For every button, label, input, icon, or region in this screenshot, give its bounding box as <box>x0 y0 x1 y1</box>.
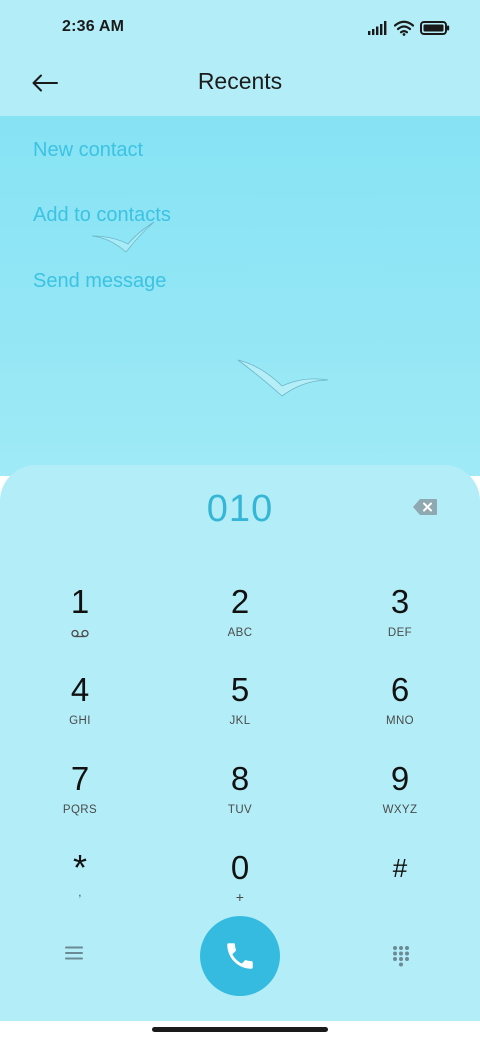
key-letters: GHI <box>69 715 91 727</box>
key-6[interactable]: 6 MNO <box>340 671 460 755</box>
key-7[interactable]: 7 PQRS <box>20 760 140 844</box>
bird-decoration-icon <box>237 359 329 397</box>
keypad-panel: 010 1 2 ABC 3 DEF 4 GHI 5 JKL 6 MNO 7 PQ… <box>0 465 480 1021</box>
dialpad-icon <box>393 946 409 967</box>
actions-area: New contact Add to contacts Send message <box>0 116 480 476</box>
key-digit: 1 <box>70 583 90 620</box>
menu-icon <box>65 946 83 960</box>
key-hash[interactable]: # <box>340 849 460 933</box>
navigation-bar <box>0 1021 480 1040</box>
backspace-button[interactable] <box>412 498 442 520</box>
key-digit: * <box>72 847 87 888</box>
key-digit: # <box>392 853 408 883</box>
status-time: 2:36 AM <box>62 18 125 35</box>
key-letters: JKL <box>229 715 251 727</box>
key-1[interactable]: 1 <box>20 583 140 667</box>
voicemail-icon <box>71 629 89 638</box>
key-star[interactable]: * , <box>20 849 140 933</box>
new-contact-link[interactable]: New contact <box>33 139 143 162</box>
key-2[interactable]: 2 ABC <box>180 583 300 667</box>
key-letters: , <box>78 887 82 899</box>
backspace-icon <box>413 499 437 515</box>
key-letters: MNO <box>385 715 415 727</box>
key-digit: 0 <box>230 849 250 886</box>
key-digit: 4 <box>70 671 90 708</box>
key-digit: 7 <box>70 760 90 797</box>
bird-decoration-icon <box>91 221 155 253</box>
battery-icon <box>420 21 450 35</box>
key-letters: + <box>235 889 245 905</box>
key-8[interactable]: 8 TUV <box>180 760 300 844</box>
key-letters: WXYZ <box>382 804 418 816</box>
header: Recents <box>0 56 480 116</box>
key-letters: TUV <box>227 804 253 816</box>
send-message-link[interactable]: Send message <box>33 270 166 293</box>
status-icons <box>368 18 450 38</box>
key-digit: 8 <box>230 760 250 797</box>
key-4[interactable]: 4 GHI <box>20 671 140 755</box>
wifi-icon <box>394 20 414 36</box>
key-digit: 6 <box>390 671 410 708</box>
key-digit: 5 <box>230 671 250 708</box>
key-3[interactable]: 3 DEF <box>340 583 460 667</box>
key-5[interactable]: 5 JKL <box>180 671 300 755</box>
key-digit: 9 <box>390 760 410 797</box>
home-indicator[interactable] <box>152 1027 328 1032</box>
dialed-number[interactable]: 010 <box>0 488 480 531</box>
dialpad-toggle-button[interactable] <box>392 945 414 967</box>
key-digit: 2 <box>230 583 250 620</box>
key-digit: 3 <box>390 583 410 620</box>
key-9[interactable]: 9 WXYZ <box>340 760 460 844</box>
signal-icon <box>368 21 387 35</box>
menu-button[interactable] <box>64 945 92 967</box>
status-bar: 2:36 AM <box>0 0 480 56</box>
phone-icon <box>227 943 253 969</box>
key-letters: ABC <box>227 627 253 639</box>
page-title: Recents <box>197 68 283 94</box>
call-button[interactable] <box>200 916 280 996</box>
key-letters: DEF <box>387 627 413 639</box>
key-letters: PQRS <box>62 804 98 816</box>
